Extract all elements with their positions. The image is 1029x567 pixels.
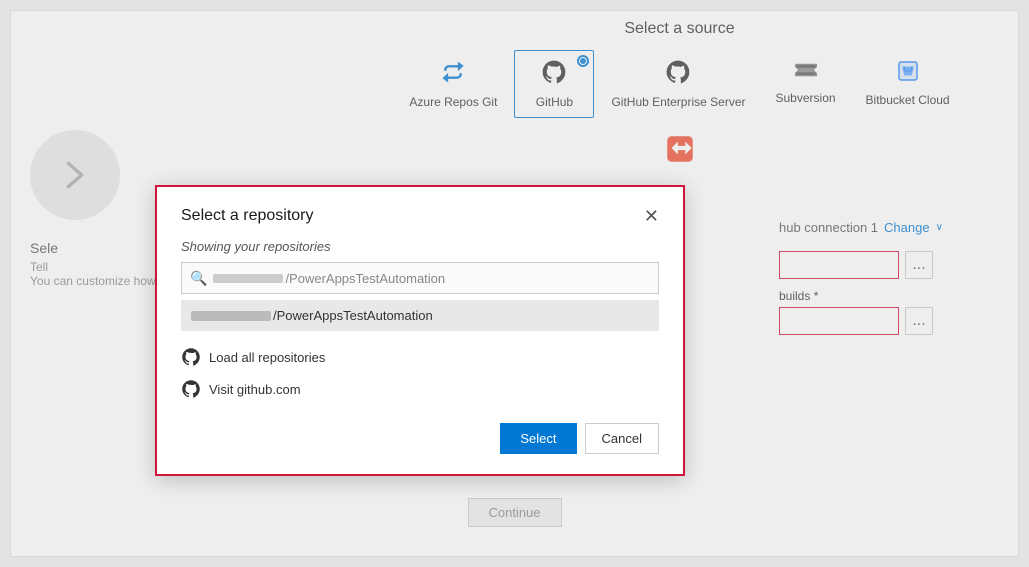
select-button[interactable]: Select	[500, 423, 576, 454]
repo-result-text: /PowerAppsTestAutomation	[273, 308, 433, 323]
repo-blur	[191, 311, 271, 321]
search-blur	[213, 274, 283, 283]
showing-label: Showing your repositories	[181, 239, 659, 254]
load-all-repositories-row[interactable]: Load all repositories	[181, 341, 659, 373]
search-row: 🔍 /PowerAppsTestAutomation	[181, 262, 659, 294]
dialog-close-button[interactable]: ✕	[644, 207, 659, 225]
visit-github-label: Visit github.com	[209, 382, 301, 397]
load-all-label: Load all repositories	[209, 350, 325, 365]
search-icon: 🔍	[190, 270, 207, 287]
github-visit-icon	[181, 379, 201, 399]
dialog-header: Select a repository ✕	[181, 207, 659, 225]
select-repository-dialog: Select a repository ✕ Showing your repos…	[155, 185, 685, 476]
search-value: /PowerAppsTestAutomation	[285, 271, 445, 286]
repo-result-row[interactable]: /PowerAppsTestAutomation	[181, 300, 659, 331]
dialog-footer: Select Cancel	[181, 423, 659, 454]
cancel-button[interactable]: Cancel	[585, 423, 659, 454]
dialog-title: Select a repository	[181, 207, 314, 225]
github-load-icon	[181, 347, 201, 367]
visit-github-row[interactable]: Visit github.com	[181, 373, 659, 405]
